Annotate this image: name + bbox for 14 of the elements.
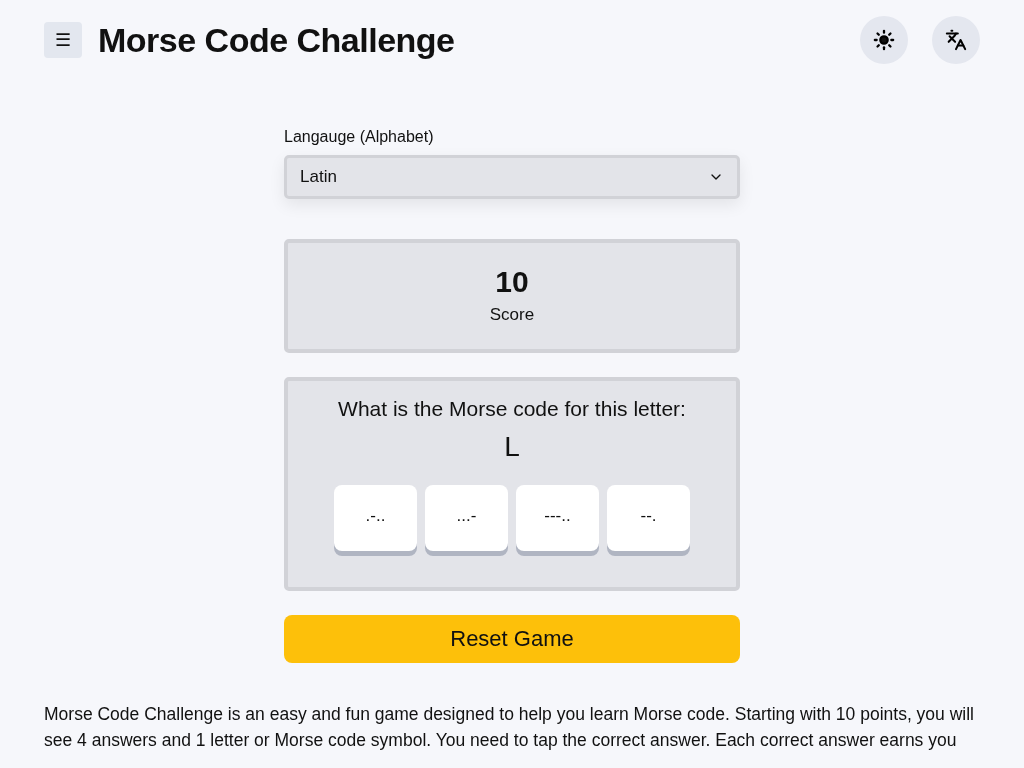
score-value: 10 — [495, 265, 529, 299]
description-text: Morse Code Challenge is an easy and fun game designed to help you learn Morse code. Starting with 10 points, you will see 4 answers and 1 letter or Morse code symbol. You need to tap the correct answer. Each correct answer earns you — [44, 703, 975, 752]
language-select[interactable]: Latin — [284, 155, 740, 199]
theme-toggle-button[interactable] — [860, 16, 908, 64]
reset-button[interactable]: Reset Game — [284, 615, 740, 663]
translate-icon — [945, 29, 967, 51]
question-letter: L — [504, 431, 520, 463]
page-title: Morse Code Challenge — [98, 20, 456, 60]
score-label: Score — [489, 305, 535, 325]
sun-icon — [873, 29, 895, 51]
question-prompt: What is the Morse code for this letter: — [338, 397, 686, 421]
menu-button[interactable]: ☰ — [44, 22, 82, 58]
translate-button[interactable] — [932, 16, 980, 64]
language-label: Langauge (Alphabet) — [284, 128, 435, 146]
